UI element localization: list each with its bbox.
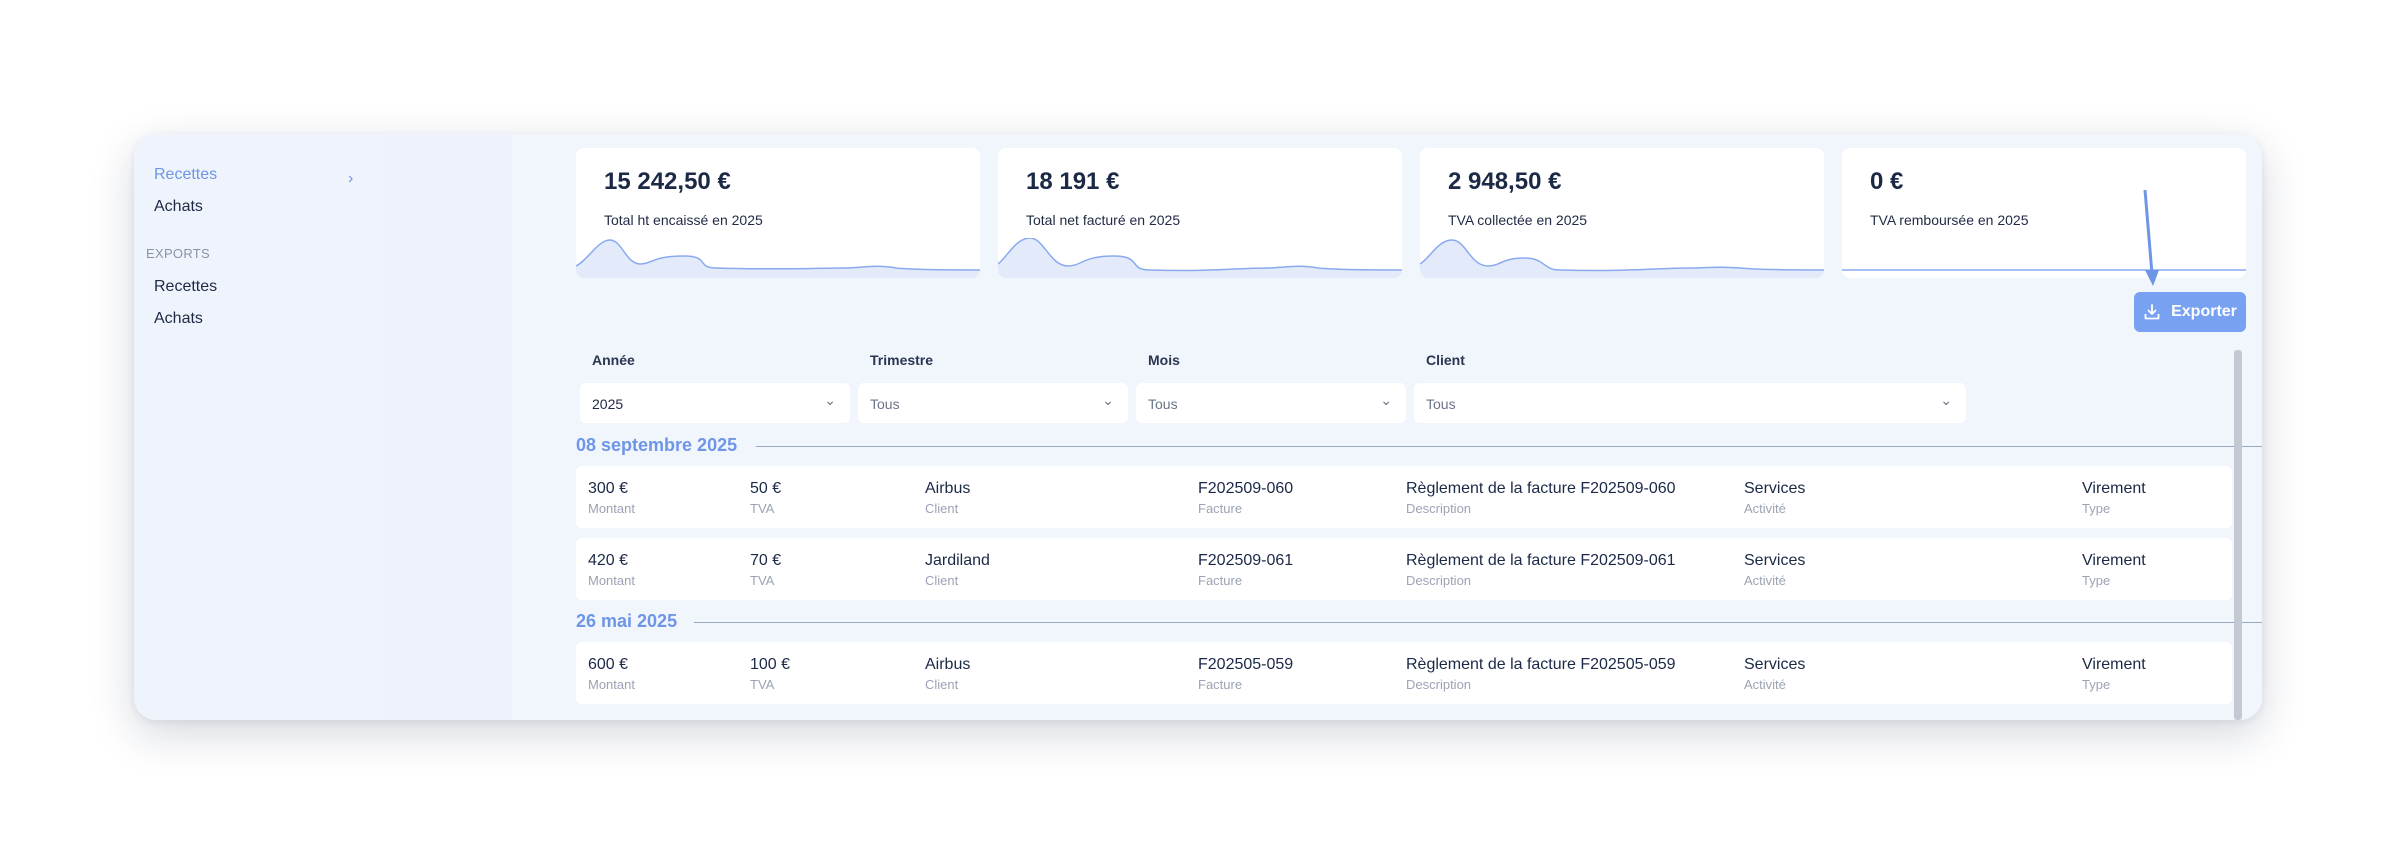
kpi-card-tva-collectee: 2 948,50 € TVA collectée en 2025 [1420,148,1824,278]
sparkline-total-ht [576,239,980,278]
sidebar-item-achats[interactable]: Achats [154,198,203,216]
sparkline-tva-collectee [1420,239,1824,278]
filter-select-mois[interactable]: Tous ⌄ [1136,383,1406,423]
filter-label-mois: Mois [1148,352,1180,368]
sidebar: Recettes › Achats EXPORTS Recettes Achat… [134,134,382,720]
kpi-value: 0 € [1870,168,1904,195]
kpi-label: TVA collectée en 2025 [1448,212,1588,228]
kpi-label: Total ht encaissé en 2025 [604,212,763,228]
filter-label-client: Client [1426,352,1465,368]
kpi-label: TVA remboursée en 2025 [1870,212,2029,228]
chevron-down-icon: ⌄ [1102,392,1114,408]
table-row[interactable]: 420 € Montant 70 € TVA Jardiland Client F20… [576,538,2232,600]
chevron-down-icon: ⌄ [1380,392,1392,408]
sidebar-item-export-achats[interactable]: Achats [154,310,203,328]
kpi-value: 2 948,50 € [1448,168,1562,195]
annotation-arrow-icon [2143,190,2159,286]
date-separator: 26 mai 2025 [576,611,2262,633]
kpi-label: Total net facturé en 2025 [1026,212,1181,228]
sparkline-tva-remboursee [1842,269,2246,271]
kpi-card-total-ht: 15 242,50 € Total ht encaissé en 2025 [576,148,980,278]
chevron-down-icon: ⌄ [824,392,836,408]
filter-select-client[interactable]: Tous ⌄ [1414,383,1966,423]
export-button[interactable]: Exporter [2134,292,2246,332]
scrollbar-thumb[interactable] [2234,350,2242,720]
kpi-value: 15 242,50 € [604,168,731,195]
kpi-card-tva-remboursee: 0 € TVA remboursée en 2025 [1842,148,2246,278]
app-window: Recettes › Achats EXPORTS Recettes Achat… [134,134,2262,720]
filter-label-annee: Année [592,352,635,368]
chevron-right-icon: › [348,170,354,187]
date-separator: 08 septembre 2025 [576,435,2262,457]
filter-select-trimestre[interactable]: Tous ⌄ [858,383,1128,423]
sidebar-section-exports: EXPORTS [146,246,210,261]
sparkline-total-net [998,238,1402,278]
download-icon [2144,304,2160,320]
chevron-down-icon: ⌄ [1940,392,1952,408]
kpi-value: 18 191 € [1026,168,1120,195]
sidebar-spacer [382,134,512,720]
table-row[interactable]: 600 € Montant 100 € TVA Airbus Client F2025… [576,642,2232,704]
table-row[interactable]: 300 € Montant 50 € TVA Airbus Client F20250… [576,466,2232,528]
sidebar-item-export-recettes[interactable]: Recettes [154,278,217,296]
scrollbar[interactable] [2234,350,2242,720]
export-button-label: Exporter [2171,303,2237,320]
filter-select-annee[interactable]: 2025 ⌄ [580,383,850,423]
kpi-card-total-net: 18 191 € Total net facturé en 2025 [998,148,1402,278]
filter-label-trimestre: Trimestre [870,352,934,368]
sidebar-item-recettes[interactable]: Recettes [154,166,217,184]
